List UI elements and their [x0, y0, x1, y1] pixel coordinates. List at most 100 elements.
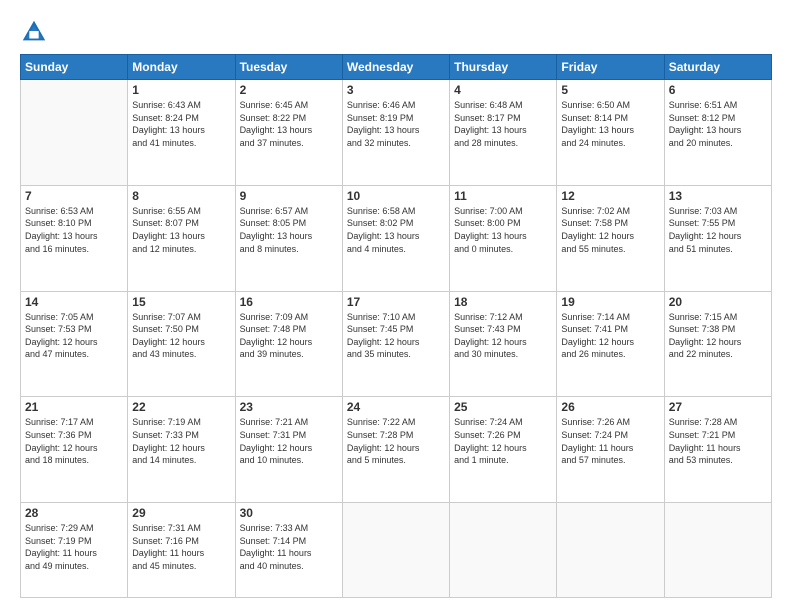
table-row: 6Sunrise: 6:51 AMSunset: 8:12 PMDaylight… — [664, 80, 771, 186]
day-number: 15 — [132, 295, 230, 309]
table-row: 1 Sunrise: 6:43 AMSunset: 8:24 PMDaylight… — [128, 80, 235, 186]
table-row: 17Sunrise: 7:10 AMSunset: 7:45 PMDayligh… — [342, 291, 449, 397]
day-info: Sunrise: 6:55 AMSunset: 8:07 PMDaylight:… — [132, 205, 230, 255]
table-row: 22 Sunrise: 7:19 AMSunset: 7:33 PMDayligh… — [128, 397, 235, 503]
logo — [20, 18, 52, 46]
logo-icon — [20, 18, 48, 46]
day-number: 23 — [240, 400, 338, 414]
table-row: 15 Sunrise: 7:07 AMSunset: 7:50 PMDayligh… — [128, 291, 235, 397]
table-row: 30 Sunrise: 7:33 AMSunset: 7:14 PMDayligh… — [235, 503, 342, 598]
day-number: 24 — [347, 400, 445, 414]
table-row: 5Sunrise: 6:50 AMSunset: 8:14 PMDaylight… — [557, 80, 664, 186]
day-info: Sunrise: 7:02 AMSunset: 7:58 PMDaylight:… — [561, 205, 659, 255]
day-number: 20 — [669, 295, 767, 309]
day-info: Sunrise: 6:43 AMSunset: 8:24 PMDaylight:… — [132, 99, 230, 149]
table-row: 18 Sunrise: 7:12 AMSunset: 7:43 PMDayligh… — [450, 291, 557, 397]
day-number: 21 — [25, 400, 123, 414]
table-row: 23 Sunrise: 7:21 AMSunset: 7:31 PMDayligh… — [235, 397, 342, 503]
day-info: Sunrise: 7:33 AMSunset: 7:14 PMDaylight:… — [240, 522, 338, 572]
table-row: 26 Sunrise: 7:26 AMSunset: 7:24 PMDayligh… — [557, 397, 664, 503]
table-row — [450, 503, 557, 598]
calendar-week-row: 7 Sunrise: 6:53 AMSunset: 8:10 PMDaylight… — [21, 185, 772, 291]
day-info: Sunrise: 6:46 AMSunset: 8:19 PMDaylight:… — [347, 99, 445, 149]
day-number: 8 — [132, 189, 230, 203]
calendar-week-row: 1 Sunrise: 6:43 AMSunset: 8:24 PMDaylight… — [21, 80, 772, 186]
day-info: Sunrise: 7:29 AMSunset: 7:19 PMDaylight:… — [25, 522, 123, 572]
day-info: Sunrise: 7:12 AMSunset: 7:43 PMDaylight:… — [454, 311, 552, 361]
day-number: 25 — [454, 400, 552, 414]
day-number: 22 — [132, 400, 230, 414]
table-row: 29Sunrise: 7:31 AMSunset: 7:16 PMDayligh… — [128, 503, 235, 598]
calendar-table: Sunday Monday Tuesday Wednesday Thursday… — [20, 54, 772, 598]
day-number: 11 — [454, 189, 552, 203]
day-info: Sunrise: 7:00 AMSunset: 8:00 PMDaylight:… — [454, 205, 552, 255]
table-row: 10 Sunrise: 6:58 AMSunset: 8:02 PMDayligh… — [342, 185, 449, 291]
col-thursday: Thursday — [450, 55, 557, 80]
table-row — [664, 503, 771, 598]
day-info: Sunrise: 7:28 AMSunset: 7:21 PMDaylight:… — [669, 416, 767, 466]
table-row: 20Sunrise: 7:15 AMSunset: 7:38 PMDayligh… — [664, 291, 771, 397]
day-number: 18 — [454, 295, 552, 309]
table-row — [21, 80, 128, 186]
table-row: 7 Sunrise: 6:53 AMSunset: 8:10 PMDaylight… — [21, 185, 128, 291]
col-tuesday: Tuesday — [235, 55, 342, 80]
table-row: 21 Sunrise: 7:17 AMSunset: 7:36 PMDayligh… — [21, 397, 128, 503]
day-info: Sunrise: 6:57 AMSunset: 8:05 PMDaylight:… — [240, 205, 338, 255]
day-info: Sunrise: 6:58 AMSunset: 8:02 PMDaylight:… — [347, 205, 445, 255]
day-number: 3 — [347, 83, 445, 97]
col-saturday: Saturday — [664, 55, 771, 80]
col-wednesday: Wednesday — [342, 55, 449, 80]
table-row: 11 Sunrise: 7:00 AMSunset: 8:00 PMDayligh… — [450, 185, 557, 291]
day-number: 26 — [561, 400, 659, 414]
day-number: 27 — [669, 400, 767, 414]
day-number: 12 — [561, 189, 659, 203]
table-row: 28 Sunrise: 7:29 AMSunset: 7:19 PMDayligh… — [21, 503, 128, 598]
day-number: 10 — [347, 189, 445, 203]
page: Sunday Monday Tuesday Wednesday Thursday… — [0, 0, 792, 612]
table-row: 9 Sunrise: 6:57 AMSunset: 8:05 PMDaylight… — [235, 185, 342, 291]
table-row: 13 Sunrise: 7:03 AMSunset: 7:55 PMDayligh… — [664, 185, 771, 291]
day-number: 4 — [454, 83, 552, 97]
day-number: 1 — [132, 83, 230, 97]
table-row — [342, 503, 449, 598]
day-info: Sunrise: 7:26 AMSunset: 7:24 PMDaylight:… — [561, 416, 659, 466]
day-number: 30 — [240, 506, 338, 520]
table-row: 4 Sunrise: 6:48 AMSunset: 8:17 PMDaylight… — [450, 80, 557, 186]
day-info: Sunrise: 7:07 AMSunset: 7:50 PMDaylight:… — [132, 311, 230, 361]
table-row: 25 Sunrise: 7:24 AMSunset: 7:26 PMDayligh… — [450, 397, 557, 503]
table-row — [557, 503, 664, 598]
day-number: 28 — [25, 506, 123, 520]
col-friday: Friday — [557, 55, 664, 80]
day-info: Sunrise: 7:09 AMSunset: 7:48 PMDaylight:… — [240, 311, 338, 361]
day-info: Sunrise: 7:31 AMSunset: 7:16 PMDaylight:… — [132, 522, 230, 572]
day-number: 7 — [25, 189, 123, 203]
table-row: 27 Sunrise: 7:28 AMSunset: 7:21 PMDayligh… — [664, 397, 771, 503]
day-number: 16 — [240, 295, 338, 309]
table-row: 24Sunrise: 7:22 AMSunset: 7:28 PMDayligh… — [342, 397, 449, 503]
day-info: Sunrise: 7:10 AMSunset: 7:45 PMDaylight:… — [347, 311, 445, 361]
day-number: 2 — [240, 83, 338, 97]
day-info: Sunrise: 7:03 AMSunset: 7:55 PMDaylight:… — [669, 205, 767, 255]
table-row: 2Sunrise: 6:45 AMSunset: 8:22 PMDaylight… — [235, 80, 342, 186]
day-number: 19 — [561, 295, 659, 309]
calendar-week-row: 21 Sunrise: 7:17 AMSunset: 7:36 PMDayligh… — [21, 397, 772, 503]
day-info: Sunrise: 6:53 AMSunset: 8:10 PMDaylight:… — [25, 205, 123, 255]
table-row: 8 Sunrise: 6:55 AMSunset: 8:07 PMDaylight… — [128, 185, 235, 291]
day-number: 9 — [240, 189, 338, 203]
table-row: 3 Sunrise: 6:46 AMSunset: 8:19 PMDaylight… — [342, 80, 449, 186]
day-info: Sunrise: 7:05 AMSunset: 7:53 PMDaylight:… — [25, 311, 123, 361]
table-row: 19Sunrise: 7:14 AMSunset: 7:41 PMDayligh… — [557, 291, 664, 397]
day-info: Sunrise: 7:21 AMSunset: 7:31 PMDaylight:… — [240, 416, 338, 466]
col-sunday: Sunday — [21, 55, 128, 80]
day-info: Sunrise: 7:19 AMSunset: 7:33 PMDaylight:… — [132, 416, 230, 466]
day-info: Sunrise: 7:17 AMSunset: 7:36 PMDaylight:… — [25, 416, 123, 466]
day-number: 6 — [669, 83, 767, 97]
day-info: Sunrise: 6:48 AMSunset: 8:17 PMDaylight:… — [454, 99, 552, 149]
col-monday: Monday — [128, 55, 235, 80]
day-number: 14 — [25, 295, 123, 309]
table-row: 16 Sunrise: 7:09 AMSunset: 7:48 PMDayligh… — [235, 291, 342, 397]
day-info: Sunrise: 7:24 AMSunset: 7:26 PMDaylight:… — [454, 416, 552, 466]
header — [20, 18, 772, 46]
day-number: 13 — [669, 189, 767, 203]
table-row: 14 Sunrise: 7:05 AMSunset: 7:53 PMDayligh… — [21, 291, 128, 397]
